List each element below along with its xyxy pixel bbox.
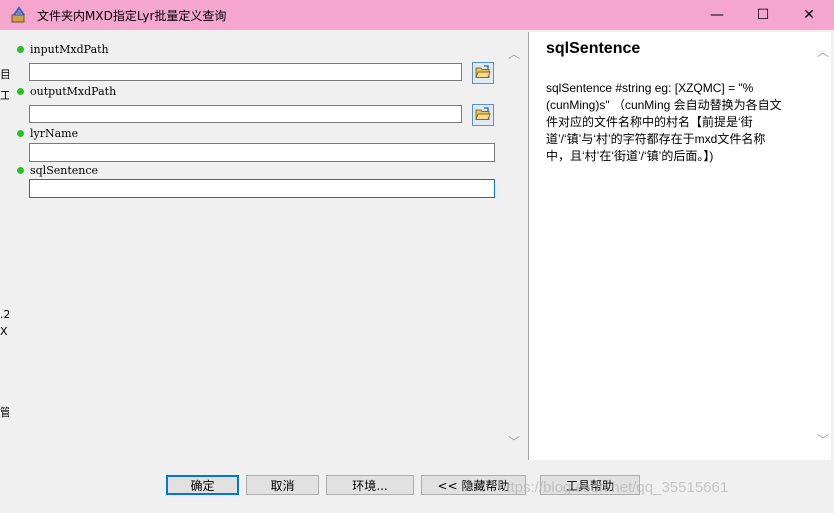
toolbox-icon xyxy=(10,6,28,24)
scroll-down-icon[interactable]: ﹀ xyxy=(507,434,521,449)
param-label-sqlsentence: sqlSentence xyxy=(17,164,98,177)
environments-button[interactable]: 环境... xyxy=(326,475,414,495)
dialog-client-area: inputMxdPath outputMxdPath lyrName sqlSe… xyxy=(9,30,834,513)
close-icon: ✕ xyxy=(803,7,815,23)
background-window-edge: 目 工 .2 X 管 xyxy=(0,30,11,513)
close-button[interactable]: ✕ xyxy=(786,0,832,30)
window-title: 文件夹内MXD指定Lyr批量定义查询 xyxy=(37,9,227,23)
cancel-button[interactable]: 取消 xyxy=(246,475,319,495)
parameters-scrollbar[interactable]: ︿ ﹀ xyxy=(507,46,521,449)
required-indicator-icon xyxy=(17,45,24,53)
help-scrollbar[interactable]: ︿ ﹀ xyxy=(816,44,830,447)
minimize-icon: — xyxy=(710,7,724,23)
output-mxd-path-field[interactable] xyxy=(29,105,462,123)
ok-button[interactable]: 确定 xyxy=(166,475,239,495)
param-label-inputmxdpath: inputMxdPath xyxy=(17,43,109,56)
dialog-button-bar: 确定 取消 环境... << 隐藏帮助 工具帮助 https://blog.cs… xyxy=(9,466,834,513)
background-text-fragment: X xyxy=(0,325,8,338)
scroll-up-icon[interactable]: ︿ xyxy=(507,46,521,61)
scroll-down-icon[interactable]: ﹀ xyxy=(816,432,830,447)
help-panel: sqlSentence sqlSentence #string eg: [XZQ… xyxy=(528,32,831,460)
sql-sentence-field[interactable] xyxy=(29,179,495,198)
tool-help-button[interactable]: 工具帮助 xyxy=(540,475,640,495)
scroll-up-icon[interactable]: ︿ xyxy=(816,44,830,59)
minimize-button[interactable]: — xyxy=(694,0,740,30)
title-bar: 文件夹内MXD指定Lyr批量定义查询 — ☐ ✕ xyxy=(0,0,834,30)
open-folder-icon xyxy=(475,106,491,124)
help-description: sqlSentence #string eg: [XZQMC] = "%(cun… xyxy=(546,81,782,163)
open-folder-icon xyxy=(475,64,491,82)
maximize-button[interactable]: ☐ xyxy=(740,0,786,30)
help-title: sqlSentence xyxy=(546,40,641,57)
hide-help-button[interactable]: << 隐藏帮助 xyxy=(421,475,526,495)
param-label-lyrname: lyrName xyxy=(17,127,78,140)
browse-input-button[interactable] xyxy=(472,62,494,84)
parameters-panel: inputMxdPath outputMxdPath lyrName sqlSe… xyxy=(9,32,527,462)
lyr-name-field[interactable] xyxy=(29,143,495,162)
browse-output-button[interactable] xyxy=(472,104,494,126)
required-indicator-icon xyxy=(17,87,24,95)
input-mxd-path-field[interactable] xyxy=(29,63,462,81)
required-indicator-icon xyxy=(17,129,24,137)
maximize-icon: ☐ xyxy=(756,7,770,23)
param-label-outputmxdpath: outputMxdPath xyxy=(17,85,116,98)
required-indicator-icon xyxy=(17,166,24,174)
